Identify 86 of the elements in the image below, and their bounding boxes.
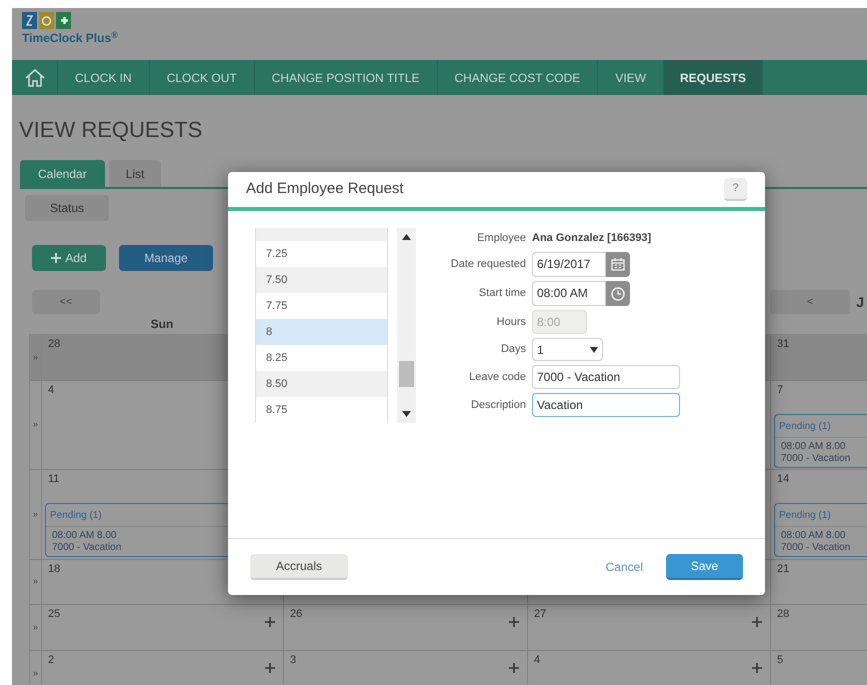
plus-icon[interactable]: [509, 663, 519, 673]
clock-icon[interactable]: [611, 286, 625, 300]
tab[interactable]: Calendar: [20, 160, 105, 187]
event-code: 7000 - Vacation: [780, 542, 852, 555]
plus-icon: [51, 253, 62, 263]
day-number: 4: [48, 384, 54, 397]
day-number: 3: [290, 654, 296, 667]
day-number: 27: [534, 608, 546, 621]
scrollbar-thumb[interactable]: [399, 361, 414, 387]
time-field[interactable]: 08:00 AM: [532, 281, 606, 306]
description-field[interactable]: Vacation: [532, 393, 680, 417]
field-label: Leave code: [468, 370, 527, 385]
field-label: Days: [500, 342, 527, 358]
days-dropdown[interactable]: 1: [532, 338, 603, 361]
dialog-title: Add Employee Request: [246, 179, 404, 200]
previous-button[interactable]: <<: [32, 290, 100, 314]
day-number: 18: [48, 563, 60, 576]
week-toggle[interactable]: »: [30, 335, 42, 380]
week-toggle[interactable]: »: [30, 651, 42, 685]
field-label: Start time: [478, 286, 527, 302]
plus-icon[interactable]: [752, 617, 762, 627]
event-title: Pending (1): [775, 504, 867, 527]
help-button[interactable]: ?: [724, 178, 747, 201]
month-title: J: [856, 293, 864, 312]
event-code: 7000 - Vacation: [51, 542, 122, 555]
event-code: 7000 - Vacation: [780, 453, 852, 466]
employee-name: Ana Gonzalez [166393]: [532, 231, 652, 246]
dropdown-arrow-icon: [590, 346, 598, 352]
field-label: Date requested: [450, 257, 527, 272]
list-row[interactable]: 7.50: [256, 267, 387, 293]
day-number: 11: [48, 473, 60, 486]
day-number: 28: [48, 338, 60, 351]
logo-text: TimeClock Plus$^{®}$: [22, 32, 118, 44]
accruals-button[interactable]: Accruals: [250, 554, 348, 580]
plus-icon[interactable]: [509, 617, 519, 627]
event-time: 08:00 AM 8.00: [51, 529, 118, 542]
day-number: 5: [777, 654, 784, 667]
manage-button[interactable]: Manage: [119, 245, 213, 271]
event-title: Pending (1): [775, 415, 867, 438]
scrollbar[interactable]: [397, 228, 416, 423]
event-time: 08:00 AM 8.00: [780, 529, 846, 542]
day-number: 26: [290, 608, 302, 621]
down-arrow-icon[interactable]: [402, 411, 411, 417]
nav-tab[interactable]: CLOCK IN: [58, 60, 150, 95]
event-time: 08:00 AM 8.00: [780, 440, 846, 453]
day-number: 7: [777, 384, 784, 397]
hours-field: 8:00: [532, 310, 587, 334]
day-number: 4: [534, 654, 540, 667]
nav-tab[interactable]: CLOCK OUT: [150, 60, 255, 95]
leave-code-field[interactable]: 7000 - Vacation: [532, 365, 680, 389]
list-row[interactable]: 8: [256, 319, 387, 345]
day-number: 25: [48, 608, 60, 621]
save-button[interactable]: Save: [666, 554, 743, 580]
nav-tab[interactable]: CHANGE COST CODE: [438, 60, 598, 95]
previous-week-button[interactable]: <: [770, 290, 850, 314]
week-toggle[interactable]: »: [30, 605, 42, 650]
nav-tab[interactable]: REQUESTS: [664, 60, 763, 95]
page-title: VIEW REQUESTS: [19, 119, 204, 141]
event-card[interactable]: Pending (1) 08:00 AM 8.00 7000 - Vacation: [774, 414, 867, 468]
day-number: 14: [777, 473, 790, 486]
plus-icon[interactable]: [265, 617, 275, 627]
up-arrow-icon[interactable]: [402, 234, 411, 240]
list-row[interactable]: 8.50: [256, 371, 387, 397]
plus-icon[interactable]: [265, 663, 275, 673]
field-label: Hours: [496, 314, 527, 330]
logo-icon: [22, 12, 72, 30]
status-button[interactable]: Status: [25, 195, 109, 221]
home-icon: [24, 68, 46, 88]
add-button[interactable]: Add: [32, 245, 106, 271]
date-field[interactable]: 6/19/2017: [532, 252, 606, 277]
field-label: Description: [470, 398, 527, 413]
nav-tab[interactable]: CHANGE POSITION TITLE: [254, 60, 438, 95]
week-toggle[interactable]: »: [30, 560, 42, 604]
day-number: 2: [48, 654, 54, 667]
cancel-link[interactable]: Cancel: [606, 558, 643, 576]
week-toggle[interactable]: »: [30, 381, 42, 469]
plus-icon[interactable]: [752, 663, 762, 673]
day-number: 21: [777, 563, 790, 576]
event-card[interactable]: Pending (1) 08:00 AM 8.00 7000 - Vacation: [774, 503, 867, 557]
day-number: 31: [777, 338, 790, 351]
week-toggle[interactable]: »: [30, 470, 42, 559]
field-label: Employee: [476, 230, 527, 246]
day-number: 28: [777, 608, 790, 621]
calendar-icon[interactable]: [611, 258, 625, 271]
day-header: Sun: [150, 317, 174, 331]
tab[interactable]: List: [108, 160, 162, 187]
